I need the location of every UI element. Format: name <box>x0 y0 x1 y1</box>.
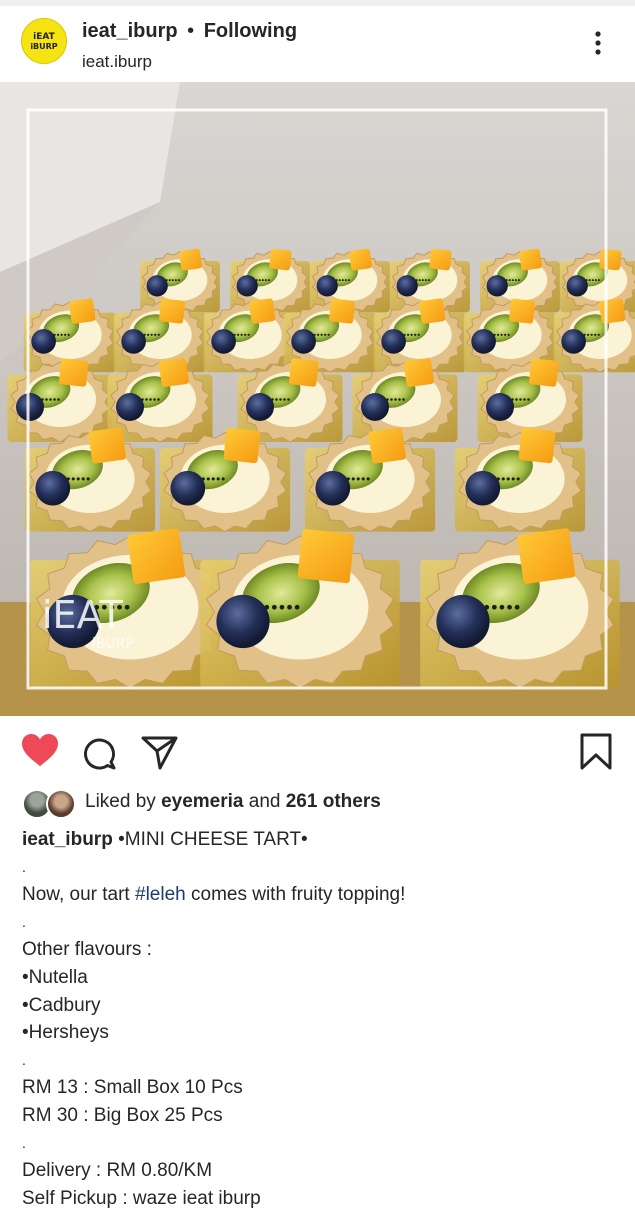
watermark-line2: iBURP <box>92 636 134 652</box>
share-button[interactable] <box>140 734 180 777</box>
caption-author-link[interactable]: ieat_iburp <box>22 829 113 850</box>
avatar[interactable]: iEAT iBURP <box>21 18 67 64</box>
like-button[interactable] <box>20 732 60 775</box>
caption-title-line: ieat_iburp •MINI CHEESE TART• <box>22 826 622 854</box>
caption-text-pre: Now, our tart <box>22 884 130 906</box>
caption-flavour-3: •Hersheys <box>22 1022 109 1044</box>
caption-dot: . <box>22 913 26 930</box>
caption-price-2: RM 30 : Big Box 25 Pcs <box>22 1104 223 1126</box>
tart-photo-illustration: iEAT iBURP <box>0 82 635 716</box>
caption-line-1: Now, our tart #leleh comes with fruity t… <box>22 881 622 909</box>
bookmark-icon <box>580 733 612 770</box>
liked-by-label: Liked by <box>85 791 156 812</box>
hashtag-link[interactable]: #leleh <box>135 884 186 905</box>
caption-delivery: Delivery : RM 0.80/KM <box>22 1160 213 1182</box>
username-row: ieat_iburp • Following <box>82 20 297 43</box>
caption-flavour-1: •Nutella <box>22 966 88 988</box>
caption-dot: . <box>22 1051 26 1068</box>
avatar-line1: iEAT <box>33 32 55 42</box>
more-vertical-icon <box>595 31 601 55</box>
liker-avatar-2[interactable] <box>46 789 76 819</box>
liker-avatars <box>22 788 78 819</box>
avatar-line2: iBURP <box>30 42 57 51</box>
comment-icon <box>84 738 116 770</box>
save-button[interactable] <box>578 732 614 777</box>
heart-filled-icon <box>22 734 58 766</box>
post-photo[interactable]: iEAT iBURP <box>0 82 635 716</box>
location-link[interactable]: ieat.iburp <box>82 52 152 72</box>
watermark-line1: iEAT <box>42 593 124 637</box>
caption-flavour-2: •Cadbury <box>22 994 101 1016</box>
action-bar <box>0 716 635 788</box>
caption-dot: . <box>22 858 26 875</box>
post-header: iEAT iBURP ieat_iburp • Following ieat.i… <box>0 6 635 82</box>
following-button[interactable]: Following <box>204 20 297 42</box>
caption-dot: . <box>22 1134 26 1151</box>
caption-price-1: RM 13 : Small Box 10 Pcs <box>22 1077 243 1099</box>
more-options-button[interactable] <box>584 26 612 60</box>
first-liker-link[interactable]: eyemeria <box>161 791 243 812</box>
post-caption: ieat_iburp •MINI CHEESE TART• . Now, our… <box>22 826 622 1212</box>
likes-row: Liked by eyemeria and 261 others <box>22 788 622 819</box>
avatar-logo: iEAT iBURP <box>22 19 66 63</box>
likes-count-link[interactable]: 261 others <box>286 791 381 812</box>
likes-and-label: and <box>248 791 281 812</box>
caption-text-post: comes with fruity topping! <box>191 884 406 906</box>
likes-text[interactable]: Liked by eyemeria and 261 others <box>85 791 381 813</box>
send-icon <box>141 736 178 770</box>
username-link[interactable]: ieat_iburp <box>82 20 178 42</box>
comment-button[interactable] <box>80 734 118 777</box>
caption-other-flavours: Other flavours : <box>22 939 152 961</box>
separator-dot: • <box>187 20 195 42</box>
caption-title: •MINI CHEESE TART• <box>118 829 308 850</box>
caption-pickup: Self Pickup : waze ieat iburp <box>22 1187 261 1209</box>
